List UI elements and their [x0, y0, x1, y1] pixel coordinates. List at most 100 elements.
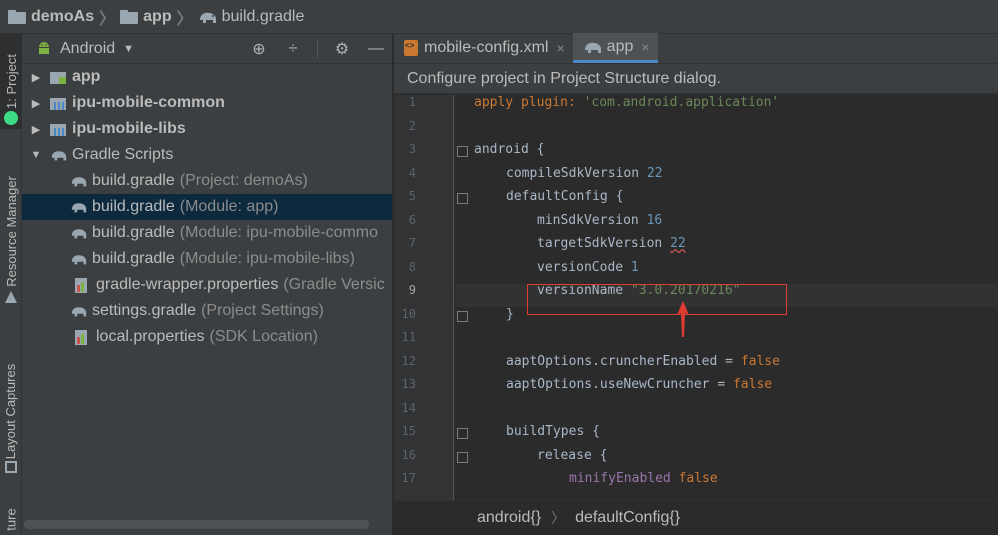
folder-icon: [8, 9, 26, 24]
fold-marker-icon[interactable]: [457, 146, 468, 157]
chevron-down-icon[interactable]: ▼: [123, 43, 134, 55]
project-panel: Android ▼ ⊕ ÷ ⚙ — ▶ app ▶ ipu-mobile-com…: [22, 34, 393, 535]
gradle-icon: [199, 12, 216, 23]
fold-marker-icon[interactable]: [457, 452, 468, 463]
gradle-icon: [584, 42, 601, 53]
tree-item-build-gradle-project[interactable]: build.gradle (Project: demoAs): [22, 168, 392, 194]
xml-file-icon: [404, 40, 418, 56]
code-line: android {: [474, 142, 545, 157]
annotation-arrow-icon: [677, 301, 689, 337]
code-editor[interactable]: 1 2 3 4 5 6 7 8 9 10 11 12 13 14 15 16 1…: [394, 95, 998, 500]
gradle-icon: [71, 203, 87, 213]
editor-breadcrumb: android{} 〉 defaultConfig{}: [394, 500, 998, 535]
fold-marker-icon[interactable]: [457, 311, 468, 322]
tree-item-build-gradle-common[interactable]: build.gradle (Module: ipu-mobile-commo: [22, 220, 392, 246]
code-line: versionCode 1: [537, 259, 639, 275]
line-number: 12: [401, 353, 416, 368]
line-number: 3: [408, 142, 416, 156]
fold-marker-icon[interactable]: [457, 428, 468, 439]
tree-item-gradle-wrapper[interactable]: gradle-wrapper.properties (Gradle Versic: [22, 272, 392, 298]
expand-arrow-icon[interactable]: ▶: [30, 97, 42, 110]
line-number: 7: [408, 236, 416, 250]
code-line: targetSdkVersion 22: [537, 236, 686, 251]
code-line: }: [506, 306, 514, 322]
library-folder-icon: [50, 121, 68, 137]
line-number: 14: [401, 400, 416, 415]
gradle-icon: [71, 229, 87, 239]
code-line: aaptOptions.cruncherEnabled = false: [506, 353, 780, 369]
close-icon[interactable]: ×: [556, 40, 564, 56]
horizontal-scrollbar[interactable]: [24, 520, 369, 529]
folder-icon: [120, 9, 139, 24]
expand-arrow-icon[interactable]: ▶: [30, 71, 42, 84]
tree-item-ipu-mobile-common[interactable]: ▶ ipu-mobile-common: [22, 90, 392, 116]
line-number: 5: [408, 189, 416, 203]
breadcrumb-item-build-gradle[interactable]: build.gradle: [198, 8, 304, 26]
line-number: 15: [401, 424, 416, 438]
gradle-icon: [71, 177, 87, 187]
line-number: 8: [408, 259, 416, 274]
line-number: 9: [408, 283, 416, 297]
view-selector[interactable]: Android: [60, 40, 115, 58]
sync-notice: Configure project in Project Structure d…: [394, 64, 998, 94]
collapse-arrow-icon[interactable]: ▼: [30, 149, 42, 161]
collapse-icon[interactable]: ÷: [283, 39, 303, 59]
library-folder-icon: [50, 95, 68, 111]
tree-item-build-gradle-app[interactable]: build.gradle (Module: app): [22, 194, 392, 220]
code-line: minSdkVersion 16: [537, 212, 663, 228]
tree-item-gradle-scripts[interactable]: ▼ Gradle Scripts: [22, 142, 392, 168]
line-number: 16: [401, 447, 416, 462]
code-line: minifyEnabled false: [569, 471, 718, 486]
line-number: 2: [408, 118, 416, 133]
tab-app[interactable]: app ×: [572, 33, 658, 63]
expand-arrow-icon[interactable]: ▶: [30, 123, 42, 136]
breadcrumb: demoAs 〉 app 〉 build.gradle: [0, 0, 998, 34]
tree-item-settings-gradle[interactable]: settings.gradle (Project Settings): [22, 298, 392, 324]
chevron-right-icon: 〉: [176, 10, 193, 28]
tab-mobile-config-xml[interactable]: mobile-config.xml ×: [394, 33, 573, 63]
editor-area: mobile-config.xml × app × Configure proj…: [394, 33, 998, 535]
tool-window-strip: 1: Project Resource Manager Layout Captu…: [0, 34, 22, 535]
crumb-default-config[interactable]: defaultConfig{}: [575, 509, 680, 527]
line-number: 1: [408, 95, 416, 109]
toolbar-divider: [317, 40, 318, 58]
tab-layout-captures[interactable]: Layout Captures: [0, 354, 22, 469]
code-line: buildTypes {: [506, 424, 600, 439]
code-line: aaptOptions.useNewCruncher = false: [506, 377, 773, 392]
gradle-icon: [71, 307, 87, 317]
code-line: defaultConfig {: [506, 189, 624, 204]
minimize-icon[interactable]: —: [366, 39, 386, 59]
line-number: 11: [401, 330, 416, 344]
breadcrumb-item-app[interactable]: app 〉: [120, 5, 197, 29]
chevron-right-icon: 〉: [99, 10, 116, 28]
fold-marker-icon[interactable]: [457, 193, 468, 204]
tree-item-build-gradle-libs[interactable]: build.gradle (Module: ipu-mobile-libs): [22, 246, 392, 272]
panel-toolbar: ⊕ ÷ ⚙ —: [249, 34, 386, 64]
gear-icon[interactable]: ⚙: [332, 39, 352, 59]
chevron-right-icon: 〉: [551, 510, 566, 526]
line-number: 6: [408, 212, 416, 227]
tree-item-local-properties[interactable]: local.properties (SDK Location): [22, 324, 392, 350]
properties-file-icon: [74, 277, 92, 293]
tree-item-app[interactable]: ▶ app: [22, 64, 392, 90]
layout-capture-icon: [5, 461, 17, 473]
tab-resource-manager[interactable]: Resource Manager: [0, 164, 22, 299]
editor-tabs: mobile-config.xml × app ×: [394, 33, 998, 64]
annotation-box: [527, 284, 787, 315]
tree-item-ipu-mobile-libs[interactable]: ▶ ipu-mobile-libs: [22, 116, 392, 142]
code-line: apply plugin: 'com.android.application': [474, 95, 780, 110]
android-icon: [39, 41, 49, 54]
line-number: 13: [401, 377, 416, 391]
crumb-android[interactable]: android{}: [477, 509, 541, 527]
breadcrumb-item-demoas[interactable]: demoAs 〉: [8, 5, 120, 29]
target-icon[interactable]: ⊕: [249, 39, 269, 59]
android-icon: [4, 111, 18, 125]
tab-structure[interactable]: ture: [0, 504, 22, 535]
module-folder-icon: [50, 69, 68, 85]
close-icon[interactable]: ×: [641, 39, 649, 55]
gradle-icon: [71, 255, 87, 265]
line-number: 4: [408, 165, 416, 180]
code-line: release {: [537, 447, 608, 463]
gradle-icon: [51, 151, 67, 161]
code-line: compileSdkVersion 22: [506, 165, 663, 181]
